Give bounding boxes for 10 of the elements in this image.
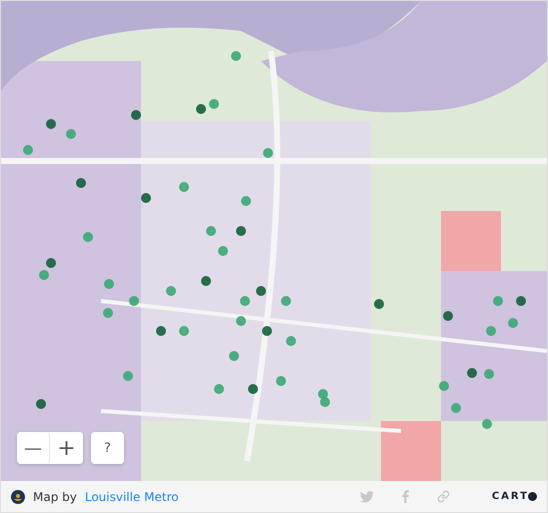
dot-icon xyxy=(528,492,537,501)
facebook-icon[interactable] xyxy=(402,490,409,503)
carto-logo[interactable]: CART xyxy=(492,491,529,502)
zoom-in-button[interactable]: + xyxy=(50,432,83,464)
seal-icon xyxy=(11,490,25,504)
twitter-icon[interactable] xyxy=(360,490,374,502)
help-button[interactable]: ? xyxy=(91,432,124,464)
zoom-out-button[interactable]: — xyxy=(17,432,50,464)
attribution-text: Map by xyxy=(33,490,77,504)
link-icon[interactable] xyxy=(436,490,450,503)
